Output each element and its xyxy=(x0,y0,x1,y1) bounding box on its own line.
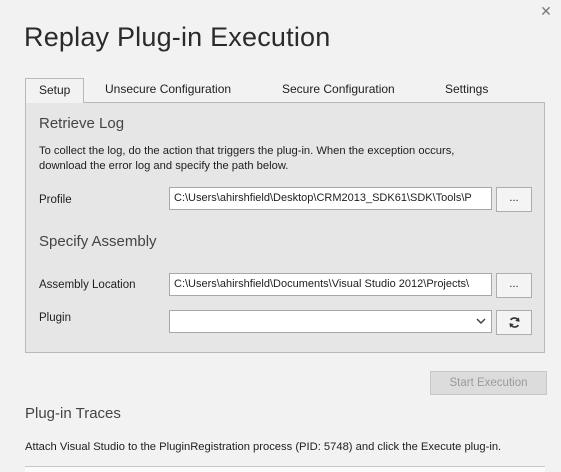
tab-unsecure-configuration[interactable]: Unsecure Configuration xyxy=(105,78,231,101)
assembly-location-input[interactable]: C:\Users\ahirshfield\Documents\Visual St… xyxy=(169,273,492,296)
tab-secure-configuration[interactable]: Secure Configuration xyxy=(282,78,395,101)
plugin-traces-instructions: Attach Visual Studio to the PluginRegist… xyxy=(25,441,502,453)
traces-output-area xyxy=(25,466,545,472)
retrieve-log-description: To collect the log, do the action that t… xyxy=(39,144,539,174)
start-execution-button[interactable]: Start Execution xyxy=(430,371,547,395)
plugin-select[interactable] xyxy=(169,310,492,333)
setup-panel: Retrieve Log To collect the log, do the … xyxy=(25,102,545,353)
window-title: Replay Plug-in Execution xyxy=(24,22,331,52)
description-line-2: download the error log and specify the p… xyxy=(39,160,289,172)
plugin-traces-heading: Plug-in Traces xyxy=(25,405,121,422)
close-icon[interactable]: ✕ xyxy=(539,4,553,18)
profile-label: Profile xyxy=(39,194,72,206)
tab-setup[interactable]: Setup xyxy=(25,78,85,103)
tab-settings[interactable]: Settings xyxy=(445,78,488,101)
assembly-location-label: Assembly Location xyxy=(39,279,136,291)
retrieve-log-heading: Retrieve Log xyxy=(39,115,125,132)
refresh-icon xyxy=(509,317,520,328)
description-line-1: To collect the log, do the action that t… xyxy=(39,145,455,157)
assembly-browse-button[interactable]: ... xyxy=(496,273,532,298)
plugin-label: Plugin xyxy=(39,312,71,324)
plugin-refresh-button[interactable] xyxy=(496,310,532,335)
profile-browse-button[interactable]: ... xyxy=(496,187,532,212)
profile-path-input[interactable]: C:\Users\ahirshfield\Desktop\CRM2013_SDK… xyxy=(169,187,492,210)
chevron-down-icon xyxy=(476,318,486,325)
specify-assembly-heading: Specify Assembly xyxy=(39,233,157,250)
